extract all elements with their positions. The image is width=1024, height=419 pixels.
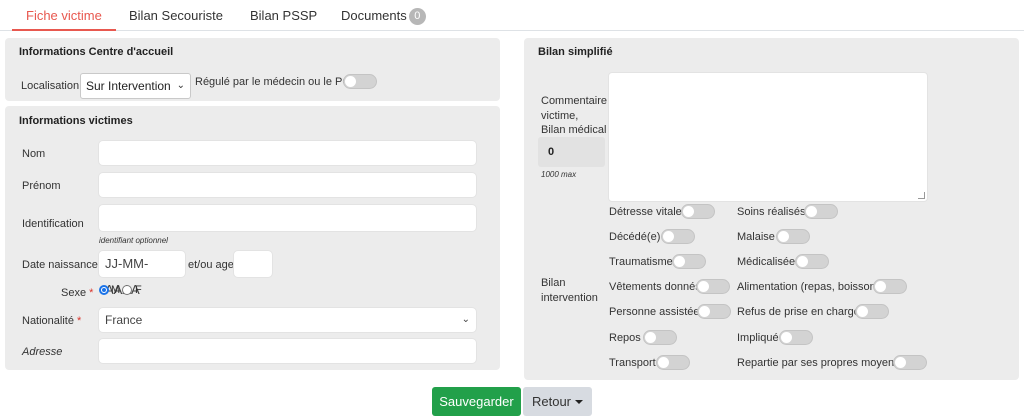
- identification-input[interactable]: [98, 204, 477, 232]
- chevron-down-icon: ⌄: [176, 80, 185, 91]
- localisation-value: Sur Intervention: [86, 79, 171, 93]
- tab-bilan-secouriste[interactable]: Bilan Secouriste: [115, 0, 237, 31]
- tab-bar: Fiche victime Bilan Secouriste Bilan PSS…: [0, 0, 1024, 31]
- save-button[interactable]: Sauvegarder: [432, 387, 521, 416]
- sexe-f-radio[interactable]: [122, 285, 132, 295]
- repartie-propres-moyens-toggle[interactable]: [893, 355, 927, 370]
- toggle-label: Refus de prise en charge: [737, 306, 860, 318]
- nationalite-label-text: Nationalité: [22, 315, 74, 327]
- commentaire-label-1: Commentaire: [541, 95, 608, 107]
- required-mark: *: [89, 287, 94, 299]
- toggle-label: Malaise: [737, 231, 775, 243]
- regule-label: Régulé par le médecin ou le PC: [195, 76, 351, 88]
- localisation-select[interactable]: Sur Intervention ⌄: [80, 73, 191, 99]
- transport-toggle[interactable]: [656, 355, 690, 370]
- toggle-label: Soins réalisés: [737, 206, 806, 218]
- traumatisme-toggle[interactable]: [672, 254, 706, 269]
- tab-label: Bilan Secouriste: [129, 8, 223, 23]
- refus-prise-en-charge-toggle[interactable]: [855, 304, 889, 319]
- malaise-toggle[interactable]: [776, 229, 810, 244]
- toggle-label: Repos: [609, 332, 641, 344]
- bilan-title: Bilan simplifié: [538, 46, 613, 58]
- commentaire-textarea[interactable]: [608, 72, 928, 202]
- toggle-label: Détresse vitale: [609, 206, 682, 218]
- centre-accueil-title: Informations Centre d'accueil: [19, 46, 174, 58]
- character-counter: 0: [538, 137, 605, 167]
- identification-label: Identification: [22, 218, 84, 230]
- repos-toggle[interactable]: [643, 330, 677, 345]
- detresse-vitale-toggle[interactable]: [681, 204, 715, 219]
- toggle-label: Repartie par ses propres moyens: [737, 357, 900, 369]
- date-naissance-label: Date naissance: [22, 259, 98, 271]
- max-length-hint: 1000 max: [541, 170, 577, 179]
- implique-toggle[interactable]: [779, 330, 813, 345]
- toggle-label: Alimentation (repas, boisson): [737, 281, 880, 293]
- sexe-label-text: Sexe: [61, 287, 87, 299]
- personne-assistee-toggle[interactable]: [697, 304, 731, 319]
- toggle-label: Impliqué: [737, 332, 779, 344]
- medicalisee-toggle[interactable]: [795, 254, 829, 269]
- sexe-m-label: M: [111, 284, 121, 296]
- victime-title: Informations victimes: [19, 115, 133, 127]
- localisation-label: Localisation: [21, 80, 80, 92]
- required-mark: *: [77, 315, 82, 327]
- toggle-label: Personne assistée: [609, 306, 700, 318]
- vetements-donnes-toggle[interactable]: [696, 279, 730, 294]
- bilan-intervention-label-2: intervention: [541, 292, 598, 304]
- adresse-label: Adresse: [22, 346, 63, 358]
- documents-count-badge: 0: [408, 8, 426, 25]
- toggle-label: Transport: [609, 357, 656, 369]
- nationalite-value: France: [105, 313, 143, 327]
- sexe-label: Sexe *: [61, 287, 93, 299]
- prenom-input[interactable]: [98, 172, 477, 198]
- caret-down-icon: [575, 400, 584, 404]
- nom-input[interactable]: [98, 140, 477, 166]
- toggle-label: Vêtements donnés: [609, 281, 701, 293]
- identification-hint: identifiant optionnel: [99, 236, 168, 245]
- bilan-intervention-label-1: Bilan: [541, 277, 566, 289]
- nationalite-label: Nationalité *: [22, 315, 81, 327]
- nationalite-select[interactable]: France ⌄: [98, 307, 477, 333]
- sexe-f-label: F: [135, 284, 142, 296]
- toggle-label: Décédé(e): [609, 231, 661, 243]
- tab-fiche-victime[interactable]: Fiche victime: [12, 0, 116, 31]
- adresse-input[interactable]: [98, 338, 477, 364]
- toggle-label: Médicalisée: [737, 256, 796, 268]
- date-naissance-input[interactable]: JJ-MM-AAAA: [98, 250, 186, 297]
- tab-label: Fiche victime: [26, 8, 102, 23]
- tab-label: Documents: [341, 8, 407, 23]
- commentaire-label-2: victime,: [541, 110, 579, 122]
- soins-realises-toggle[interactable]: [804, 204, 838, 219]
- save-button-label: Sauvegarder: [439, 394, 514, 409]
- regule-toggle[interactable]: [343, 74, 377, 89]
- decede-toggle[interactable]: [661, 229, 695, 244]
- commentaire-label-3: Bilan médical: [541, 124, 607, 136]
- tab-bilan-pssp[interactable]: Bilan PSSP: [236, 0, 331, 31]
- toggle-label: Traumatisme: [609, 256, 673, 268]
- age-input[interactable]: [233, 250, 273, 278]
- chevron-down-icon: ⌄: [461, 314, 470, 325]
- nom-label: Nom: [22, 148, 46, 160]
- resize-handle-icon[interactable]: [918, 192, 925, 199]
- age-label: et/ou age: [188, 259, 234, 271]
- back-dropdown-button[interactable]: Retour: [523, 387, 592, 416]
- tab-label: Bilan PSSP: [250, 8, 318, 23]
- sexe-m-radio[interactable]: [99, 285, 109, 295]
- back-button-label: Retour: [531, 394, 572, 409]
- tab-documents[interactable]: Documents 0: [327, 0, 440, 31]
- alimentation-toggle[interactable]: [873, 279, 907, 294]
- prenom-label: Prénom: [22, 180, 61, 192]
